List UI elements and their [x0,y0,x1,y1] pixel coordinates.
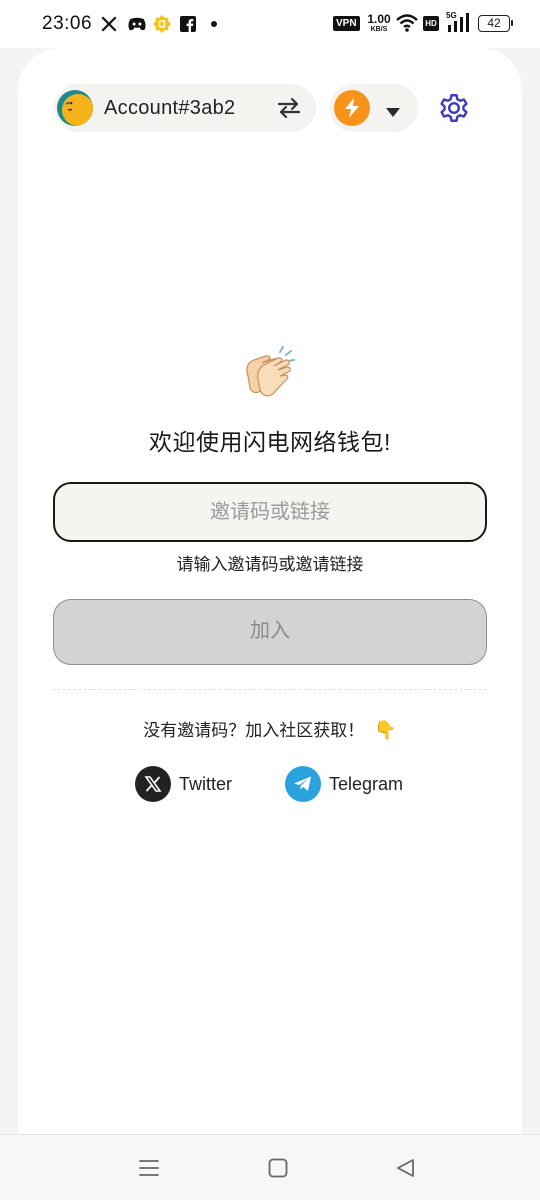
clapping-hands-icon [240,346,300,400]
speed-unit: KB/S [370,26,388,33]
invite-code-input[interactable] [53,482,487,542]
telegram-label: Telegram [329,773,404,794]
account-switcher[interactable]: Account#3ab2 [54,84,316,132]
signal-icon: 5G [446,11,472,32]
x-notification-icon [100,14,118,34]
account-name: Account#3ab2 [104,97,236,119]
recent-apps-icon[interactable] [137,1157,161,1179]
main-card: Account#3ab2 欢迎使用闪电网络钱包! 请输入邀请码或邀请链接 加入 … [18,48,522,1134]
telegram-link[interactable]: Telegram [285,764,403,804]
hd-badge: HD [423,16,439,31]
more-notifications-icon [210,14,218,34]
divider [53,689,487,690]
wifi-icon [395,13,419,33]
join-button[interactable]: 加入 [53,599,487,665]
gear-icon[interactable] [436,90,472,126]
speed-value: 1.00 [367,12,391,26]
invite-hint: 请输入邀请码或邀请链接 [176,555,364,574]
twitter-label: Twitter [179,773,233,794]
twitter-link[interactable]: Twitter [135,764,232,804]
pointing-down-icon: 👇 [374,720,397,740]
lightning-icon [334,90,370,126]
community-text: 没有邀请码？加入社区获取！ [143,721,365,740]
vpn-badge: VPN [333,16,360,31]
caret-down-icon [386,104,400,117]
battery-icon: 42 [478,15,513,32]
app-notification-icon [153,14,171,34]
swap-icon[interactable] [276,96,302,120]
status-bar: 23:06 VPN 1.00 KB/S HD 5G 42 [0,0,540,48]
network-selector[interactable] [330,84,418,132]
avatar [57,90,93,126]
discord-notification-icon [127,14,147,34]
home-icon[interactable] [266,1157,290,1179]
x-logo-icon [135,766,171,802]
network-type: 5G [446,11,457,20]
facebook-notification-icon [180,14,196,34]
telegram-logo-icon [285,766,321,802]
network-speed: 1.00 KB/S [366,13,392,33]
status-time: 23:06 [42,13,93,34]
community-prompt: 没有邀请码？加入社区获取！ 👇 [18,716,522,741]
back-icon[interactable] [394,1157,418,1179]
system-nav-bar [0,1134,540,1200]
welcome-title: 欢迎使用闪电网络钱包! [149,429,391,455]
